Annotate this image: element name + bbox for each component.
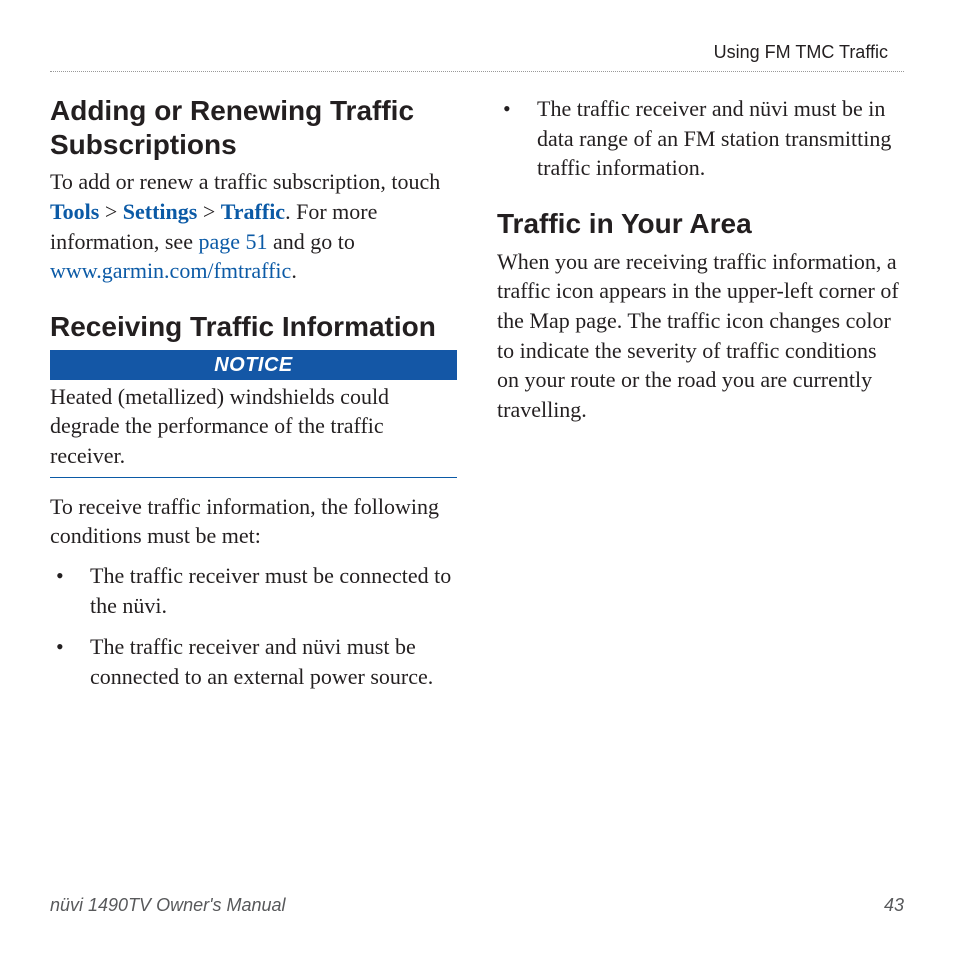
conditions-list: The traffic receiver must be connected t… [50, 561, 457, 692]
subscription-paragraph: To add or renew a traffic subscription, … [50, 167, 457, 286]
conditions-intro: To receive traffic information, the foll… [50, 492, 457, 551]
url-link-fmtraffic[interactable]: www.garmin.com/fmtraffic [50, 258, 291, 283]
text: To add or renew a traffic subscription, … [50, 169, 440, 194]
right-column: The traffic receiver and nüvi must be in… [497, 94, 904, 704]
separator: > [197, 199, 220, 224]
page-footer: nüvi 1490TV Owner's Manual 43 [50, 895, 904, 916]
menu-path-settings: Settings [123, 199, 198, 224]
list-item: The traffic receiver and nüvi must be in… [497, 94, 904, 183]
left-column: Adding or Renewing Traffic Subscriptions… [50, 94, 457, 704]
running-header: Using FM TMC Traffic [50, 42, 904, 71]
menu-path-tools: Tools [50, 199, 99, 224]
list-item: The traffic receiver and nüvi must be co… [50, 632, 457, 691]
content-columns: Adding or Renewing Traffic Subscriptions… [50, 94, 904, 704]
menu-path-traffic: Traffic [221, 199, 285, 224]
notice-box: NOTICE Heated (metallized) windshields c… [50, 350, 457, 478]
running-title: Using FM TMC Traffic [714, 42, 888, 62]
notice-label: NOTICE [50, 350, 457, 380]
page-link-51[interactable]: page 51 [198, 229, 267, 254]
heading-receiving-traffic: Receiving Traffic Information [50, 310, 457, 344]
footer-page-number: 43 [884, 895, 904, 916]
separator: > [99, 199, 122, 224]
notice-body: Heated (metallized) windshields could de… [50, 380, 457, 477]
heading-traffic-in-area: Traffic in Your Area [497, 207, 904, 241]
heading-adding-renewing: Adding or Renewing Traffic Subscriptions [50, 94, 457, 161]
footer-doc-title: nüvi 1490TV Owner's Manual [50, 895, 286, 916]
text: . [291, 258, 297, 283]
header-rule [50, 71, 904, 72]
text: and go to [268, 229, 355, 254]
conditions-list-continued: The traffic receiver and nüvi must be in… [497, 94, 904, 183]
list-item: The traffic receiver must be connected t… [50, 561, 457, 620]
traffic-area-paragraph: When you are receiving traffic informati… [497, 247, 904, 425]
